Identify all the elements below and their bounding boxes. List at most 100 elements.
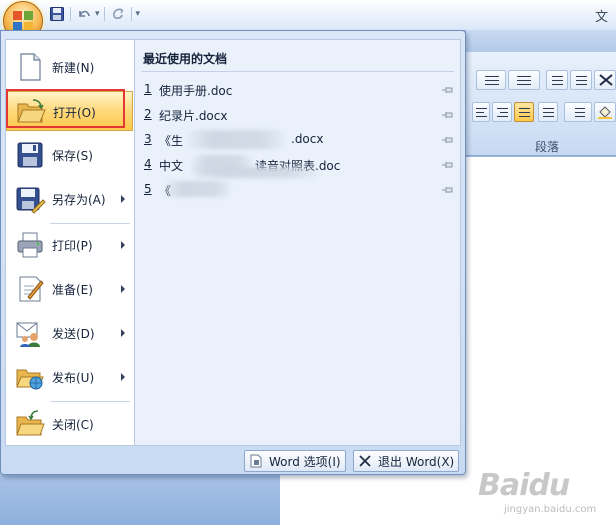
numbering-button[interactable] bbox=[508, 70, 540, 90]
recent-item-number: 5 bbox=[144, 182, 152, 196]
recent-item[interactable]: 1 使用手册.doc bbox=[135, 78, 460, 103]
menu-item-label: 另存为(A) bbox=[52, 193, 106, 207]
publish-icon bbox=[16, 369, 44, 390]
pin-icon[interactable] bbox=[441, 160, 455, 170]
quick-access-toolbar: ▾ ▾ bbox=[44, 4, 152, 24]
close-document-icon bbox=[16, 410, 45, 436]
new-document-icon bbox=[20, 53, 41, 81]
menu-item-label: 新建(N) bbox=[52, 61, 95, 75]
print-icon bbox=[17, 232, 43, 258]
recent-item-name-suffix: .docx bbox=[291, 132, 324, 146]
menu-item-send[interactable]: 发送(D) bbox=[6, 313, 133, 353]
save-as-icon bbox=[16, 187, 46, 214]
menu-item-label: 关闭(C) bbox=[52, 418, 94, 432]
submenu-arrow-icon bbox=[121, 285, 125, 293]
shading-button[interactable] bbox=[594, 102, 616, 122]
menu-item-label: 发布(U) bbox=[52, 371, 95, 385]
pin-icon[interactable] bbox=[441, 135, 455, 145]
document-area-background bbox=[0, 474, 280, 525]
recent-item[interactable]: 5 《 bbox=[135, 178, 460, 203]
recent-item-number: 1 bbox=[144, 82, 152, 96]
exit-word-label: 退出 Word(X) bbox=[378, 454, 455, 469]
recent-item-name: 使用手册.doc bbox=[159, 84, 233, 98]
qat-redo-button[interactable] bbox=[109, 5, 127, 23]
menu-item-label: 准备(E) bbox=[52, 283, 93, 297]
recent-documents-heading: 最近使用的文档 bbox=[143, 52, 228, 66]
save-icon bbox=[17, 142, 43, 168]
recent-item-number: 3 bbox=[144, 132, 152, 146]
recent-item-name: 纪录片.docx bbox=[159, 109, 228, 123]
word-options-label: Word 选项(I) bbox=[269, 454, 341, 469]
ribbon-group-label: 段落 bbox=[535, 140, 560, 154]
office-menu: 新建(N) 打开(O) 保存(S) 另存为(A) 打印(P) 准备(E) 发送(… bbox=[0, 30, 466, 475]
exit-word-button[interactable]: 退出 Word(X) bbox=[353, 450, 459, 472]
menu-item-save-as[interactable]: 另存为(A) bbox=[6, 179, 133, 219]
qat-separator bbox=[70, 7, 71, 21]
redaction-blur bbox=[191, 167, 319, 178]
watermark-url: jingyan.baidu.com bbox=[504, 504, 597, 515]
menu-item-label: 保存(S) bbox=[52, 149, 93, 163]
undo-icon bbox=[79, 10, 90, 17]
prepare-icon bbox=[19, 276, 44, 302]
menu-item-publish[interactable]: 发布(U) bbox=[6, 357, 133, 397]
menu-separator bbox=[50, 401, 130, 402]
line-spacing-button[interactable] bbox=[564, 102, 592, 122]
distribute-button[interactable] bbox=[538, 102, 558, 122]
menu-item-label: 发送(D) bbox=[52, 327, 95, 341]
window-title: 文 bbox=[595, 10, 609, 25]
recent-item[interactable]: 2 纪录片.docx bbox=[135, 103, 460, 128]
ribbon-tab-strip bbox=[466, 30, 616, 52]
pin-icon[interactable] bbox=[441, 85, 455, 95]
align-right-button[interactable] bbox=[492, 102, 512, 122]
qat-separator bbox=[103, 7, 105, 21]
recent-item-number: 2 bbox=[144, 107, 152, 121]
menu-item-close[interactable]: 关闭(C) bbox=[6, 404, 133, 444]
menu-item-new[interactable]: 新建(N) bbox=[6, 47, 133, 87]
recent-item[interactable]: 3 《生 .docx bbox=[135, 128, 460, 153]
submenu-arrow-icon bbox=[121, 195, 125, 203]
menu-item-label: 打印(P) bbox=[52, 239, 93, 253]
recent-item-name: 《生 bbox=[159, 134, 184, 148]
customize-qat-icon[interactable]: ▾ bbox=[136, 9, 141, 19]
justify-button[interactable] bbox=[514, 102, 534, 122]
qat-separator bbox=[130, 7, 132, 21]
submenu-arrow-icon bbox=[121, 373, 125, 381]
menu-item-prepare[interactable]: 准备(E) bbox=[6, 269, 133, 309]
options-icon bbox=[250, 454, 262, 468]
redaction-blur bbox=[187, 130, 285, 149]
menu-item-open[interactable]: 打开(O) bbox=[6, 91, 133, 131]
redo-icon bbox=[112, 8, 123, 19]
menu-item-print[interactable]: 打印(P) bbox=[6, 225, 133, 265]
qat-save-button[interactable] bbox=[48, 5, 66, 23]
title-bar: ▾ ▾ 文 bbox=[0, 0, 616, 30]
send-icon bbox=[16, 322, 40, 347]
redaction-blur bbox=[165, 181, 231, 197]
recent-item[interactable]: 4 中文 读音对照表.doc bbox=[135, 153, 460, 178]
cross-arrows-icon bbox=[599, 74, 613, 86]
decrease-indent-button[interactable] bbox=[546, 70, 568, 90]
save-icon bbox=[50, 7, 64, 21]
menu-item-save[interactable]: 保存(S) bbox=[6, 135, 133, 175]
submenu-arrow-icon bbox=[121, 241, 125, 249]
recent-documents-panel: 最近使用的文档 1 使用手册.doc 2 纪录片.docx 3 《生 .docx bbox=[134, 39, 461, 446]
chevron-down-icon[interactable]: ▾ bbox=[95, 9, 100, 19]
qat-undo-button[interactable] bbox=[75, 5, 93, 23]
chinese-layout-button[interactable] bbox=[594, 70, 616, 90]
pin-icon[interactable] bbox=[441, 110, 455, 120]
pin-icon[interactable] bbox=[441, 185, 455, 195]
recent-item-number: 4 bbox=[144, 157, 152, 171]
bullets-button[interactable] bbox=[476, 70, 506, 90]
heading-divider bbox=[141, 71, 454, 72]
submenu-arrow-icon bbox=[121, 329, 125, 337]
menu-bottom-bar: Word 选项(I) 退出 Word(X) bbox=[1, 446, 465, 475]
watermark: Baidu jingyan.baidu.com bbox=[478, 468, 608, 520]
menu-separator bbox=[50, 223, 130, 224]
increase-indent-button[interactable] bbox=[570, 70, 592, 90]
menu-command-list: 新建(N) 打开(O) 保存(S) 另存为(A) 打印(P) 准备(E) 发送(… bbox=[5, 39, 134, 446]
paint-bucket-icon bbox=[598, 106, 612, 119]
watermark-logo: Baidu bbox=[478, 468, 570, 503]
menu-item-label: 打开(O) bbox=[53, 106, 96, 120]
word-options-button[interactable]: Word 选项(I) bbox=[244, 450, 346, 472]
align-left-button[interactable] bbox=[472, 102, 490, 122]
open-folder-icon bbox=[17, 99, 46, 123]
